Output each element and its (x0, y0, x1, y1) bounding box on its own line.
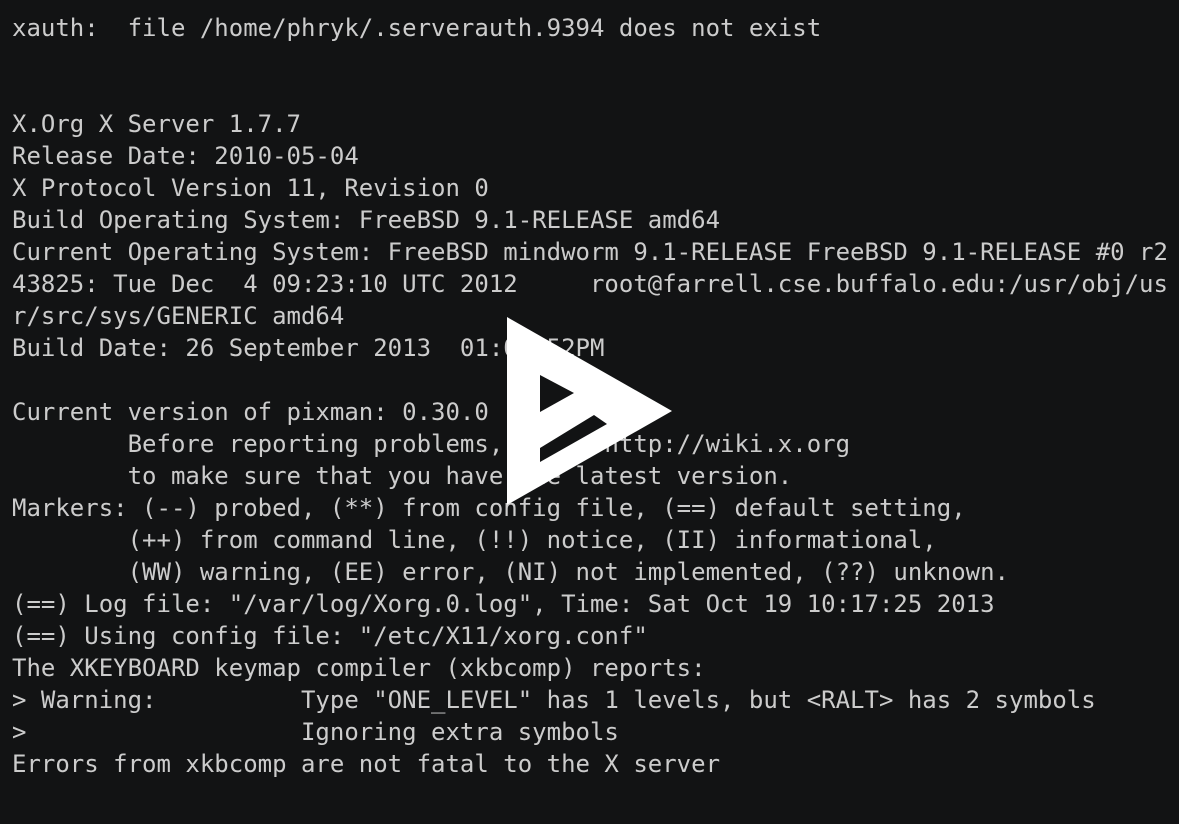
play-icon[interactable] (507, 317, 672, 505)
play-button[interactable] (0, 0, 1179, 824)
